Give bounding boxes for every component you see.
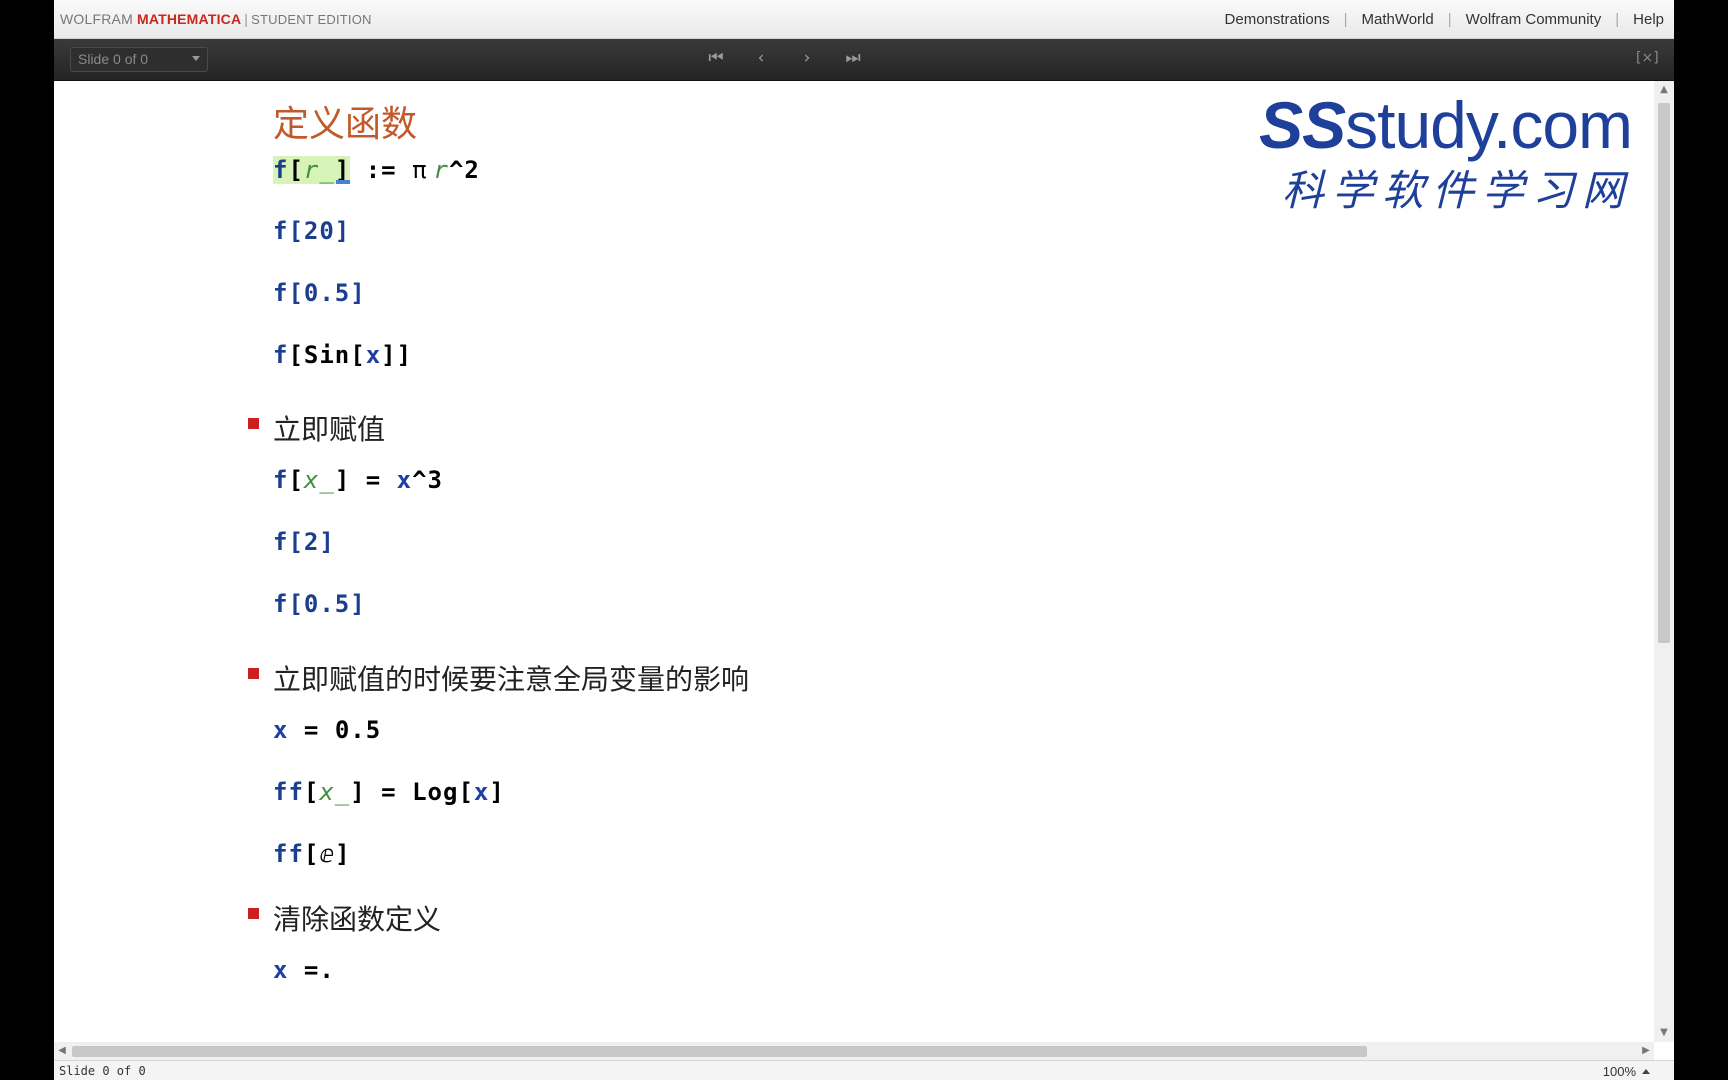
link-divider: | — [1615, 11, 1620, 28]
brand-logo: WOLFRAM MATHEMATICA | STUDENT EDITION — [60, 11, 372, 27]
section-heading[interactable]: 清除函数定义 — [248, 898, 441, 938]
status-text: Slide 0 of 0 — [59, 1064, 146, 1078]
brand-mathematica: MATHEMATICA — [136, 11, 242, 27]
input-cell[interactable]: ff[ⅇ] — [273, 840, 351, 868]
section-heading[interactable]: 立即赋值的时候要注意全局变量的影响 — [248, 658, 749, 698]
horizontal-scrollbar[interactable]: ◀ ▶ — [54, 1042, 1654, 1060]
section-bullet-icon — [248, 668, 259, 679]
input-cell[interactable]: f[20] — [273, 217, 350, 245]
input-cell[interactable]: x = 0.5 — [273, 716, 381, 744]
scroll-down-icon[interactable]: ▼ — [1654, 1024, 1674, 1042]
zoom-control[interactable]: 100% — [1603, 1064, 1650, 1079]
slide-selector-value: Slide 0 of 0 — [78, 51, 149, 67]
previous-slide-icon[interactable]: ‹ — [748, 45, 774, 71]
link-demonstrations[interactable]: Demonstrations — [1225, 11, 1330, 28]
vertical-scrollbar[interactable]: ▲ ▼ — [1654, 81, 1674, 1042]
section-bullet-icon — [248, 418, 259, 429]
notebook-area[interactable]: SSstudy.com 科学软件学习网 定义函数 f[r_] := π r^2 f… — [54, 81, 1654, 1042]
text-cursor — [336, 180, 351, 184]
next-slide-icon[interactable]: › — [794, 45, 820, 71]
brand-separator: | — [244, 11, 249, 27]
link-divider: | — [1447, 11, 1452, 28]
vertical-scroll-thumb[interactable] — [1658, 103, 1670, 643]
input-cell[interactable]: f[r_] := π r^2 — [273, 156, 480, 184]
input-cell[interactable]: f[Sin[x]] — [273, 341, 412, 369]
zoom-level: 100% — [1602, 1064, 1636, 1079]
brand-wolfram: WOLFRAM — [60, 11, 133, 27]
watermark-logo: SSstudy.com — [1259, 88, 1633, 162]
input-cell[interactable]: f[0.5] — [273, 590, 366, 618]
section-heading[interactable]: 立即赋值 — [248, 408, 385, 448]
link-help[interactable]: Help — [1633, 11, 1664, 28]
status-bar: Slide 0 of 0 100% — [54, 1060, 1674, 1080]
input-cell[interactable]: ff[x_] = Log[x] — [273, 778, 505, 806]
horizontal-scroll-thumb[interactable] — [72, 1046, 1367, 1057]
mathematica-window: WOLFRAM MATHEMATICA | STUDENT EDITION Demon… — [54, 0, 1674, 1080]
link-mathworld[interactable]: MathWorld — [1361, 11, 1433, 28]
brand-bar: WOLFRAM MATHEMATICA | STUDENT EDITION Demon… — [54, 0, 1674, 39]
watermark: SSstudy.com 科学软件学习网 — [1250, 88, 1633, 215]
first-slide-icon[interactable]: ⏮ — [703, 45, 729, 71]
top-links: Demonstrations | MathWorld | Wolfram Com… — [1225, 11, 1664, 28]
chevron-down-icon — [192, 56, 200, 61]
chevron-up-icon — [1642, 1069, 1650, 1074]
exit-slideshow-icon[interactable]: [×] — [1636, 48, 1659, 68]
link-divider: | — [1343, 11, 1348, 28]
input-cell[interactable]: f[x_] = x^3 — [273, 466, 443, 494]
slide-selector-dropdown[interactable]: Slide 0 of 0 — [70, 47, 208, 72]
input-cell[interactable]: f[0.5] — [273, 279, 366, 307]
slide-toolbar: Slide 0 of 0 ⏮ ‹ › ⏭ [×] — [54, 39, 1674, 81]
input-cell[interactable]: x =. — [273, 956, 335, 984]
notebook-title[interactable]: 定义函数 — [273, 95, 417, 147]
watermark-subtitle: 科学软件学习网 — [1281, 166, 1632, 215]
scroll-right-icon[interactable]: ▶ — [1638, 1042, 1654, 1060]
scroll-left-icon[interactable]: ◀ — [54, 1042, 70, 1060]
brand-edition: STUDENT EDITION — [251, 12, 372, 27]
last-slide-icon[interactable]: ⏭ — [840, 45, 866, 71]
section-bullet-icon — [248, 908, 259, 919]
input-cell[interactable]: f[2] — [273, 528, 335, 556]
scroll-up-icon[interactable]: ▲ — [1654, 81, 1674, 99]
link-wolfram-community[interactable]: Wolfram Community — [1466, 11, 1602, 28]
